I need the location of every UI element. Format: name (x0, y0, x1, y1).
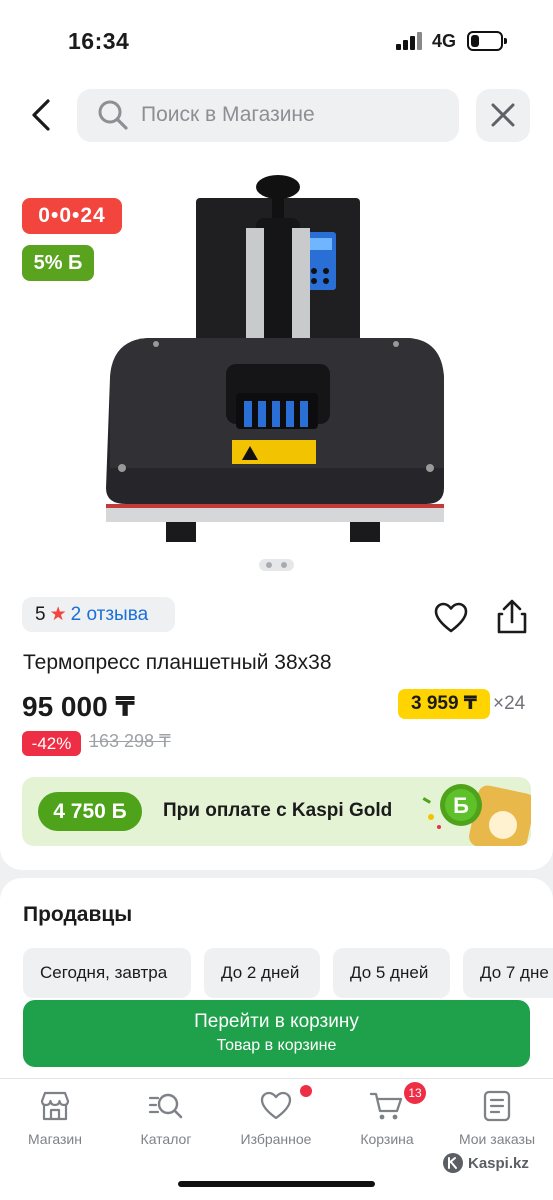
chevron-left-icon (32, 99, 50, 131)
product-price: 95 000 ₸ (22, 691, 135, 722)
status-bar: 16:34 4G (0, 0, 553, 80)
tab-label: Магазин (27, 1131, 82, 1147)
rating-pill[interactable]: 5 ★ 2 отзыва (22, 597, 175, 632)
gold-banner-text: При оплате с Kaspi Gold (163, 800, 393, 821)
catalog-search-icon (148, 1093, 183, 1119)
gallery-pagination[interactable] (259, 559, 294, 571)
old-price: 163 298 ₸ (89, 731, 171, 751)
close-icon (491, 103, 515, 127)
bonus-badge: 5% Б (22, 245, 94, 281)
kaspi-gold-banner[interactable]: 4 750 Б При оплате с Kaspi Gold Б (22, 777, 531, 846)
tab-cart[interactable]: Корзина (332, 1086, 442, 1156)
tab-orders[interactable]: Мои заказы (442, 1086, 552, 1156)
share-icon (497, 599, 527, 634)
cart-icon (369, 1092, 403, 1120)
tab-label: Мои заказы (458, 1131, 536, 1147)
tab-label: Избранное (240, 1131, 312, 1147)
tab-label: Каталог (140, 1131, 192, 1147)
orders-icon (483, 1090, 511, 1122)
gold-bonus-amount: 4 750 Б (38, 792, 142, 831)
delivery-chip[interactable]: Сегодня, завтра (23, 948, 191, 998)
search-icon (98, 100, 128, 130)
timer-badge: 0•0•24 (22, 198, 122, 234)
kaspi-logo-icon (443, 1153, 463, 1173)
cart-button-title: Перейти в корзину (194, 1011, 359, 1032)
product-title: Термопресс планшетный 38x38 (23, 651, 332, 674)
sellers-title: Продавцы (23, 903, 133, 926)
share-button[interactable] (494, 598, 530, 636)
cart-count-badge: 13 (404, 1082, 426, 1104)
go-to-cart-button[interactable]: Перейти в корзину Товар в корзине (23, 1000, 530, 1067)
delivery-chip[interactable]: До 7 дне (463, 948, 553, 998)
heart-icon (260, 1091, 292, 1120)
status-time: 16:34 (68, 28, 130, 54)
close-search-button[interactable] (476, 89, 530, 142)
tab-label: Корзина (360, 1131, 414, 1147)
page-dot[interactable] (266, 562, 272, 568)
signal-icon (396, 32, 424, 50)
home-indicator[interactable] (178, 1181, 375, 1187)
tab-store[interactable]: Магазин (0, 1086, 110, 1156)
battery-icon (467, 31, 507, 51)
cart-button-subtitle: Товар в корзине (216, 1037, 337, 1054)
back-button[interactable] (22, 93, 62, 137)
svg-text:Б: Б (453, 793, 469, 818)
delivery-chip[interactable]: До 5 дней (333, 948, 450, 998)
kaspi-gold-card-icon: Б (422, 784, 531, 846)
network-type: 4G (432, 31, 457, 51)
product-image[interactable] (96, 168, 458, 548)
favorite-button[interactable] (433, 601, 469, 635)
store-icon (40, 1091, 70, 1121)
star-icon: ★ (49, 604, 67, 625)
heart-icon (434, 602, 468, 633)
delivery-chip[interactable]: До 2 дней (204, 948, 320, 998)
installment-count: ×24 (493, 693, 526, 714)
tab-catalog[interactable]: Каталог (111, 1086, 221, 1156)
discount-badge: -42% (22, 731, 81, 756)
tab-favorites[interactable]: Избранное (221, 1086, 331, 1156)
page-dot[interactable] (281, 562, 287, 568)
favorites-notification-dot (300, 1085, 312, 1097)
search-placeholder[interactable]: Поиск в Магазине (141, 103, 315, 127)
rating-score: 5 (35, 604, 46, 625)
reviews-link[interactable]: 2 отзыва (71, 604, 149, 625)
installment-price[interactable]: 3 959 ₸ (398, 689, 490, 719)
watermark: Kaspi.kz (468, 1155, 529, 1172)
